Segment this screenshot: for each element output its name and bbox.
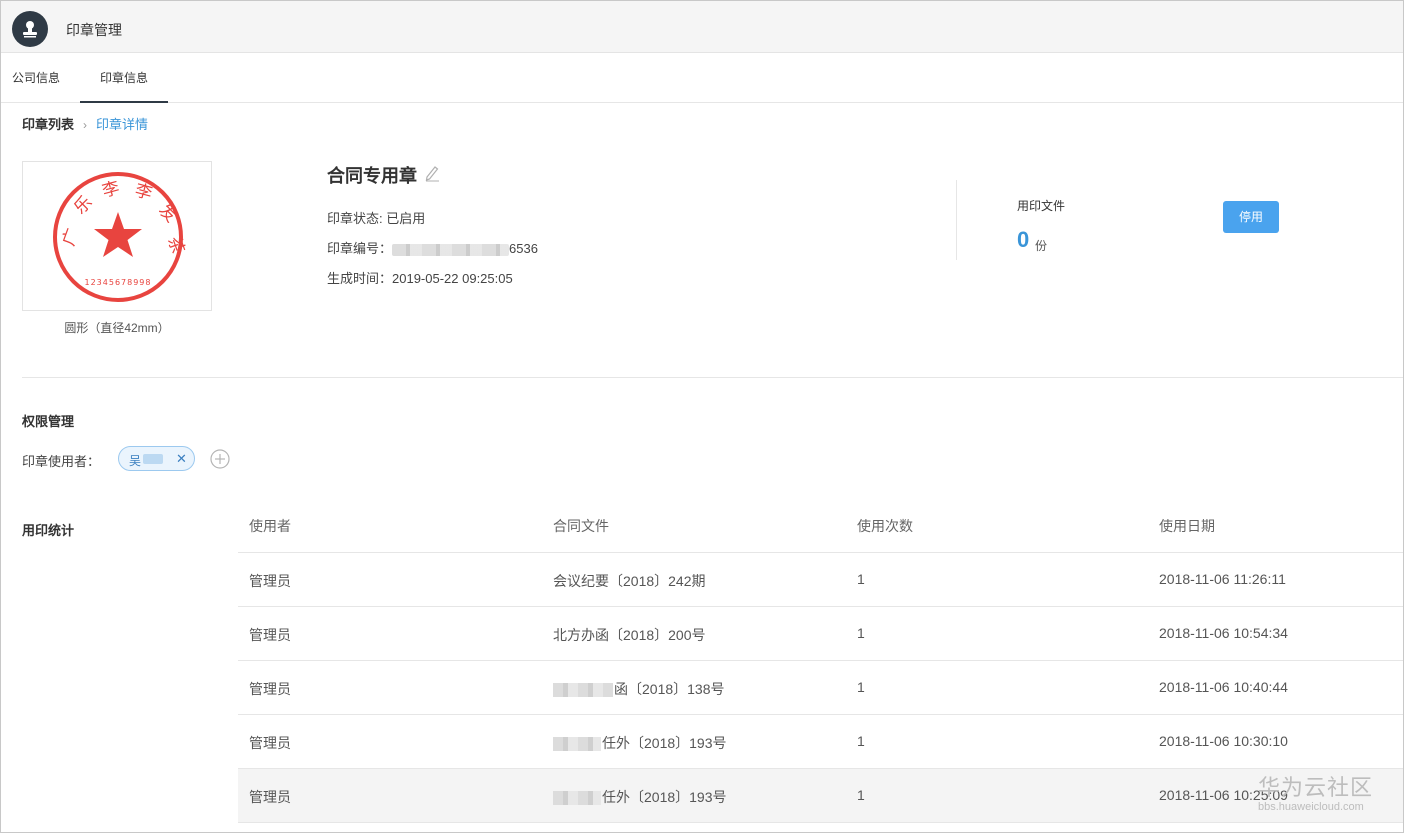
cell-document: 会议纪要〔2018〕242期 (553, 573, 706, 589)
column-header-date: 使用日期 (1159, 518, 1215, 534)
cell-count: 1 (857, 625, 865, 641)
cell-document-text: 任外〔2018〕193号 (602, 735, 727, 751)
cell-user: 管理员 (249, 681, 291, 697)
watermark-url: bbs.huaweicloud.com (1258, 801, 1364, 813)
seal-name: 合同专用章 (327, 166, 417, 186)
table-row[interactable]: 管理员 任外〔2018〕193号 1 2018-11-06 10:30:10 (238, 715, 1403, 769)
watermark-title: 华为云社区 (1258, 775, 1374, 800)
redacted-block (553, 791, 601, 806)
table-row[interactable]: 管理员 任外〔2018〕193号 1 2018-11-06 10:25:09 (238, 769, 1403, 823)
seal-status: 印章状态: 已启用 (327, 211, 426, 226)
cell-user: 管理员 (249, 735, 291, 751)
table-row[interactable]: 管理员 会议纪要〔2018〕242期 1 2018-11-06 11:26:11 (238, 553, 1403, 607)
chevron-right-icon: › (83, 118, 88, 132)
usage-table: 使用者 合同文件 使用次数 使用日期 管理员 会议纪要〔2018〕242期 1 … (238, 498, 1403, 823)
cell-document-text: 任外〔2018〕193号 (602, 789, 727, 805)
seal-shape-caption: 圆形（直径42mm） (64, 321, 170, 335)
app-title: 印章管理 (66, 22, 122, 38)
section-divider (22, 377, 1403, 378)
cell-count: 1 (857, 679, 865, 695)
divider (956, 180, 957, 260)
app-header: 印章管理 (1, 1, 1403, 53)
tab-company-info[interactable]: 公司信息 (1, 54, 71, 103)
cell-document: 任外〔2018〕193号 (553, 787, 727, 807)
table-row[interactable]: 管理员 北方办函〔2018〕200号 1 2018-11-06 10:54:34 (238, 607, 1403, 661)
table-row[interactable]: 管理员 函〔2018〕138号 1 2018-11-06 10:40:44 (238, 661, 1403, 715)
user-tag: 吴 ✕ (118, 446, 195, 471)
cell-date: 2018-11-06 11:26:11 (1159, 571, 1286, 587)
cell-date: 2018-11-06 10:30:10 (1159, 733, 1288, 749)
seal-number: 印章编号： 6536 (327, 238, 538, 257)
cell-count: 1 (857, 787, 865, 803)
add-circle-icon[interactable] (210, 449, 230, 474)
cell-user: 管理员 (249, 789, 291, 805)
breadcrumb-seal-detail: 印章详情 (96, 117, 149, 132)
seal-graphic: 广 乐 李 李 发 茶 12345678998 (53, 172, 188, 302)
breadcrumb-seal-list[interactable]: 印章列表 (22, 117, 74, 132)
redacted-block (392, 243, 510, 256)
breadcrumb: 印章列表 › 印章详情 (22, 116, 148, 134)
redacted-block (143, 454, 163, 464)
column-header-user: 使用者 (249, 518, 291, 534)
user-tag-name: 吴 (129, 454, 142, 468)
seal-users-label: 印章使用者： (22, 454, 101, 469)
seal-stamp-icon (12, 11, 48, 47)
svg-text:李: 李 (133, 181, 155, 205)
seal-image: 广 乐 李 李 发 茶 12345678998 (22, 161, 212, 311)
permissions-title: 权限管理 (22, 414, 75, 429)
used-documents-label: 用印文件 (1017, 199, 1066, 213)
cell-count: 1 (857, 733, 865, 749)
redacted-block (553, 737, 601, 752)
cell-document: 函〔2018〕138号 (553, 679, 725, 699)
cell-date: 2018-11-06 10:54:34 (1159, 625, 1288, 641)
redacted-block (553, 683, 613, 698)
tab-seal-info[interactable]: 印章信息 (80, 54, 168, 103)
tab-bar: 公司信息 印章信息 (1, 54, 1403, 103)
usage-stats-title: 用印统计 (22, 523, 75, 538)
svg-text:广: 广 (59, 226, 84, 249)
cell-document: 北方办函〔2018〕200号 (553, 627, 706, 643)
close-icon[interactable]: ✕ (176, 450, 187, 467)
seal-number-label: 印章编号： (327, 241, 393, 256)
disable-button[interactable]: 停用 (1223, 201, 1279, 233)
seal-number-suffix: 6536 (509, 241, 538, 256)
cell-date: 2018-11-06 10:40:44 (1159, 679, 1288, 695)
cell-user: 管理员 (249, 627, 291, 643)
column-header-document: 合同文件 (553, 518, 609, 534)
cell-user: 管理员 (249, 573, 291, 589)
cell-document-text: 函〔2018〕138号 (614, 681, 725, 697)
used-documents-count: 0 (1017, 227, 1030, 252)
svg-text:乐: 乐 (70, 192, 96, 218)
svg-text:12345678998: 12345678998 (85, 278, 152, 287)
seal-created-time: 生成时间：2019-05-22 09:25:05 (327, 271, 513, 286)
cell-document: 任外〔2018〕193号 (553, 733, 727, 753)
edit-pencil-icon[interactable] (424, 164, 440, 187)
used-documents-unit: 份 (1035, 239, 1048, 253)
svg-text:李: 李 (100, 178, 122, 202)
svg-text:茶: 茶 (163, 234, 188, 257)
column-header-count: 使用次数 (857, 518, 913, 534)
table-header: 使用者 合同文件 使用次数 使用日期 (238, 498, 1403, 553)
svg-text:发: 发 (154, 200, 180, 226)
cell-count: 1 (857, 571, 865, 587)
